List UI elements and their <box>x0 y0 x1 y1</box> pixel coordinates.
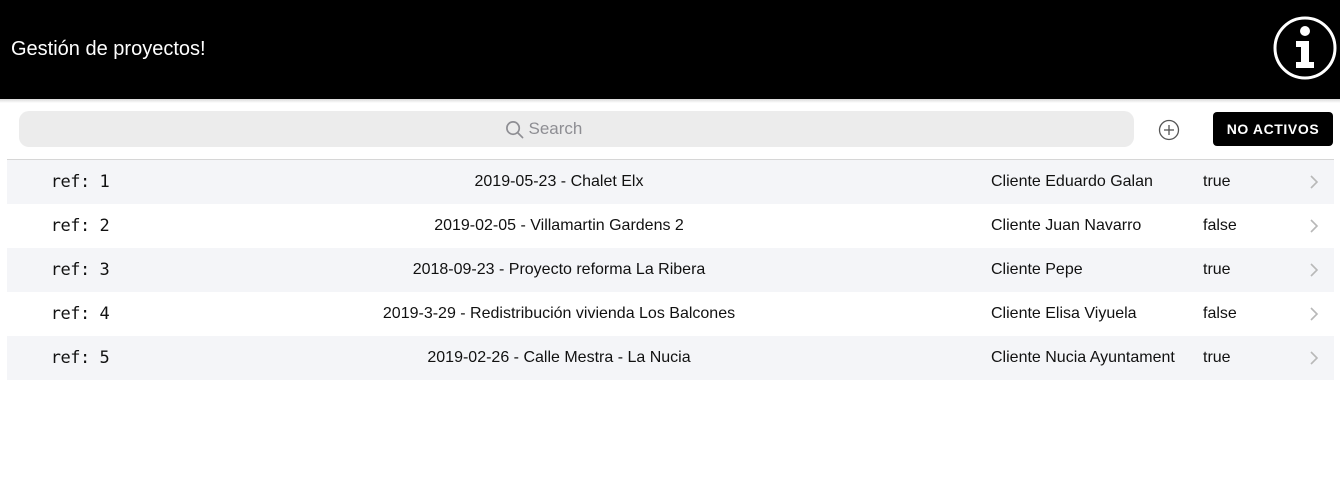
project-ref: ref: 5 <box>50 348 110 368</box>
header-shadow <box>0 99 1340 103</box>
project-ref: ref: 1 <box>50 172 110 192</box>
project-client: Cliente Nucia Ayuntament <box>991 349 1175 366</box>
project-title: 2019-3-29 - Redistribución vivienda Los … <box>382 305 736 322</box>
project-title: 2019-02-05 - Villamartin Gardens 2 <box>434 217 684 234</box>
project-row[interactable]: ref: 4 2019-3-29 - Redistribución vivien… <box>7 292 1334 336</box>
project-active: true <box>1203 349 1231 366</box>
project-active: false <box>1203 305 1237 322</box>
add-project-button[interactable] <box>1158 119 1180 141</box>
project-active: true <box>1203 261 1231 278</box>
chevron-right-icon <box>1309 262 1319 278</box>
project-title: 2019-02-26 - Calle Mestra - La Nucia <box>427 349 691 366</box>
project-title: 2018-09-23 - Proyecto reforma La Ribera <box>412 261 706 278</box>
app-header: Gestión de proyectos! <box>0 0 1340 99</box>
chevron-right-icon <box>1309 218 1319 234</box>
search-icon <box>505 120 523 138</box>
no-activos-button[interactable]: NO ACTIVOS <box>1213 112 1333 146</box>
page-title: Gestión de proyectos! <box>11 38 206 60</box>
project-title: 2019-05-23 - Chalet Elx <box>474 173 644 190</box>
project-row[interactable]: ref: 1 2019-05-23 - Chalet Elx Cliente E… <box>7 160 1334 204</box>
add-circle-icon <box>1158 119 1180 141</box>
chevron-right-icon <box>1309 306 1319 322</box>
search-input[interactable] <box>528 117 649 141</box>
search-bar[interactable] <box>19 111 1134 147</box>
project-ref: ref: 2 <box>50 216 110 236</box>
project-client: Cliente Pepe <box>991 261 1083 278</box>
project-client: Cliente Juan Navarro <box>991 217 1142 234</box>
info-icon[interactable] <box>1272 15 1338 81</box>
chevron-right-icon <box>1309 350 1319 366</box>
project-ref: ref: 4 <box>50 304 110 324</box>
project-list: ref: 1 2019-05-23 - Chalet Elx Cliente E… <box>7 160 1334 380</box>
project-ref: ref: 3 <box>50 260 110 280</box>
project-row[interactable]: ref: 3 2018-09-23 - Proyecto reforma La … <box>7 248 1334 292</box>
project-client: Cliente Eduardo Galan <box>991 173 1153 190</box>
project-row[interactable]: ref: 5 2019-02-26 - Calle Mestra - La Nu… <box>7 336 1334 380</box>
project-active: true <box>1203 173 1231 190</box>
project-active: false <box>1203 217 1237 234</box>
chevron-right-icon <box>1309 174 1319 190</box>
project-row[interactable]: ref: 2 2019-02-05 - Villamartin Gardens … <box>7 204 1334 248</box>
project-client: Cliente Elisa Viyuela <box>991 305 1137 322</box>
